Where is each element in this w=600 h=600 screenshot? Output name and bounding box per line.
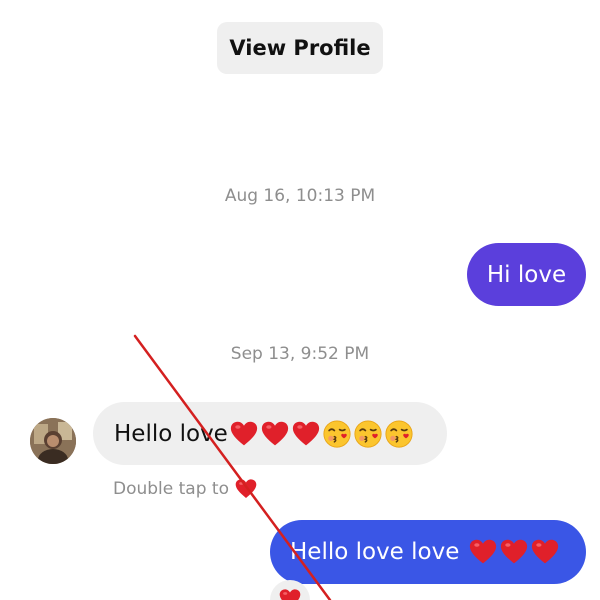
heart-reaction-icon — [279, 588, 301, 600]
kissing-face-emoji-icon — [385, 420, 413, 448]
heart-emoji-icon — [261, 420, 289, 448]
sent-message-bubble[interactable]: Hi love — [467, 243, 586, 306]
view-profile-button[interactable]: View Profile — [217, 22, 383, 74]
message-text: Hello love love — [290, 539, 460, 565]
double-tap-hint: Double tap to — [113, 478, 257, 500]
message-timestamp: Sep 13, 9:52 PM — [230, 344, 370, 364]
heart-emoji-icon — [531, 538, 559, 566]
kissing-face-emoji-icon — [354, 420, 382, 448]
message-text: Hello love — [114, 420, 228, 447]
received-message-bubble[interactable]: Hello love — [93, 402, 447, 465]
emoji-run — [230, 420, 413, 448]
chat-screen: View Profile Aug 16, 10:13 PM Hi love Se… — [0, 0, 600, 600]
emoji-run — [469, 538, 559, 566]
avatar[interactable] — [30, 418, 76, 464]
hint-text: Double tap to — [113, 479, 229, 499]
sent-message-bubble[interactable]: Hello love love — [270, 520, 586, 584]
heart-emoji-icon — [500, 538, 528, 566]
message-timestamp: Aug 16, 10:13 PM — [224, 186, 376, 206]
heart-emoji-icon — [469, 538, 497, 566]
heart-emoji-icon — [230, 420, 258, 448]
avatar-photo — [30, 418, 76, 464]
kissing-face-emoji-icon — [323, 420, 351, 448]
message-text: Hi love — [486, 261, 567, 288]
heart-emoji-icon — [292, 420, 320, 448]
heart-icon — [235, 478, 257, 500]
